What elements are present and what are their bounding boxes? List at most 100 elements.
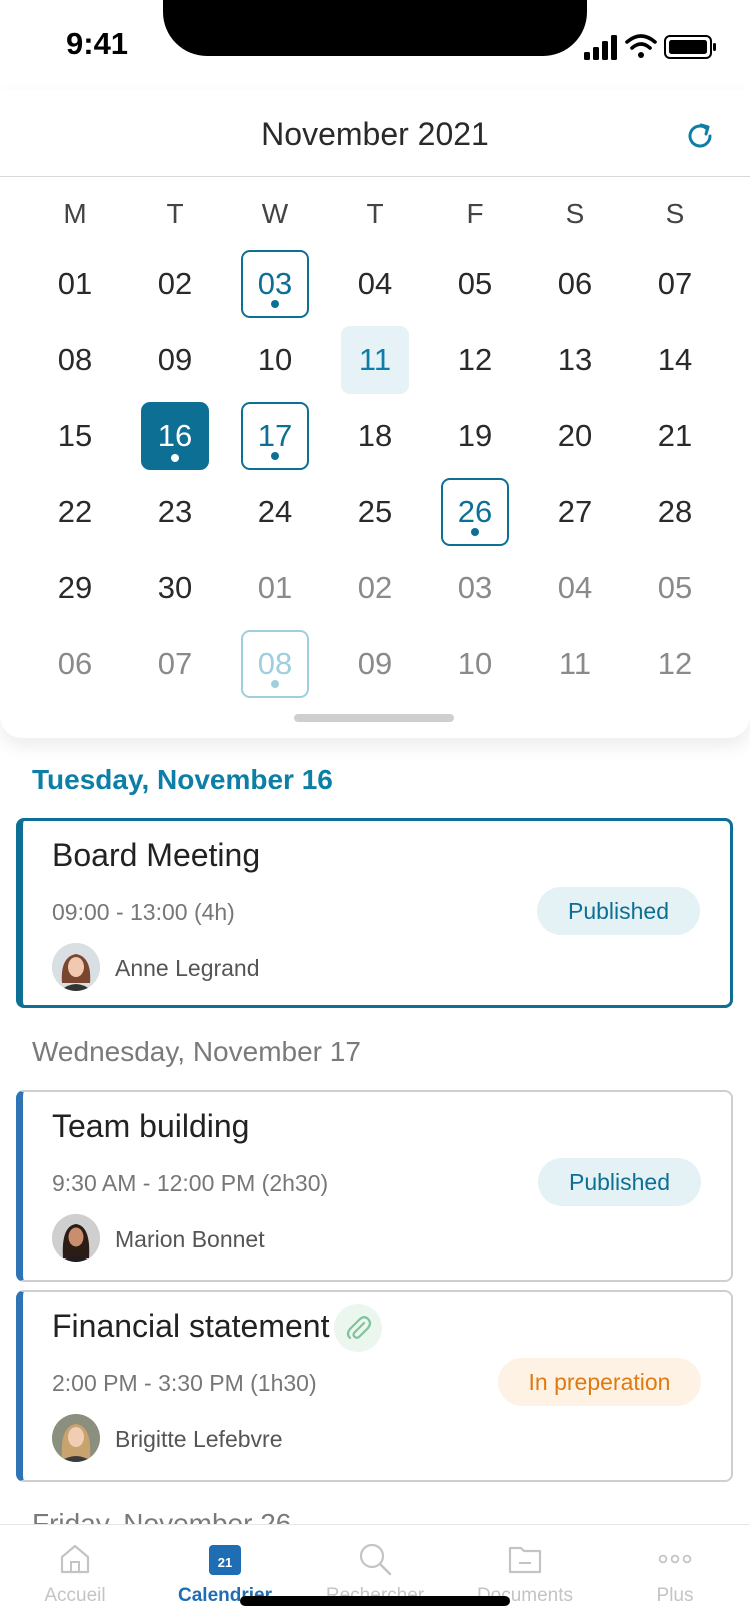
event-title: Financial statement [52, 1308, 330, 1344]
calendar-day[interactable]: 13 [541, 326, 609, 394]
calendar-day[interactable]: 27 [541, 478, 609, 546]
calendar-day[interactable]: 19 [441, 402, 509, 470]
calendar-day-number: 25 [357, 494, 393, 529]
calendar-day[interactable]: 08 [41, 326, 109, 394]
calendar-icon: 21 [209, 1545, 241, 1575]
calendar-day-number: 15 [57, 418, 93, 453]
calendar-day-number: 09 [157, 342, 193, 377]
calendar-day[interactable]: 09 [341, 630, 409, 698]
calendar-day-number: 04 [357, 266, 393, 301]
calendar-day-number: 01 [57, 266, 93, 301]
calendar-day[interactable]: 04 [341, 250, 409, 318]
event-person: Brigitte Lefebvre [115, 1426, 283, 1452]
calendar-day-number: 09 [357, 646, 393, 681]
event-card-board-meeting[interactable]: Board Meeting 09:00 - 13:00 (4h) Anne Le… [16, 818, 733, 1008]
calendar-day[interactable]: 12 [441, 326, 509, 394]
calendar-day[interactable]: 17 [241, 402, 309, 470]
calendar-day[interactable]: 14 [641, 326, 709, 394]
event-card-team-building[interactable]: Team building 9:30 AM - 12:00 PM (2h30) … [16, 1090, 733, 1282]
avatar [52, 1414, 100, 1462]
tab-documents[interactable]: Documents [450, 1525, 600, 1624]
calendar-day[interactable]: 25 [341, 478, 409, 546]
tab-plus[interactable]: Plus [600, 1525, 750, 1624]
calendar-day[interactable]: 26 [441, 478, 509, 546]
calendar-day-number: 02 [157, 266, 193, 301]
calendar-day[interactable]: 21 [641, 402, 709, 470]
calendar-day-number: 10 [257, 342, 293, 377]
event-card-financial-statement[interactable]: Financial statement 2:00 PM - 3:30 PM (1… [16, 1290, 733, 1482]
calendar-day-number: 12 [457, 342, 493, 377]
calendar-drag-handle[interactable] [294, 714, 454, 722]
calendar-day-number: 06 [57, 646, 93, 681]
weekday-label: M [63, 198, 87, 229]
calendar-day[interactable]: 28 [641, 478, 709, 546]
calendar-day-number: 24 [257, 494, 293, 529]
calendar-day-number: 28 [657, 494, 693, 529]
calendar-day[interactable]: 23 [141, 478, 209, 546]
calendar-day[interactable]: 30 [141, 554, 209, 622]
battery-icon [664, 35, 716, 59]
calendar-day[interactable]: 29 [41, 554, 109, 622]
event-dot [271, 452, 279, 460]
calendar-day[interactable]: 20 [541, 402, 609, 470]
tab-rechercher[interactable]: Rechercher [300, 1525, 450, 1624]
home-indicator [240, 1596, 510, 1606]
calendar-day-number: 21 [657, 418, 693, 453]
calendar-day[interactable]: 11 [341, 326, 409, 394]
calendar-day[interactable]: 03 [441, 554, 509, 622]
refresh-icon[interactable] [684, 120, 716, 152]
calendar-day[interactable]: 12 [641, 630, 709, 698]
calendar-day[interactable]: 11 [541, 630, 609, 698]
event-dot [271, 300, 279, 308]
calendar-day[interactable]: 10 [441, 630, 509, 698]
calendar-day[interactable]: 06 [541, 250, 609, 318]
calendar-day-number: 03 [257, 266, 293, 301]
calendar-day[interactable]: 05 [441, 250, 509, 318]
calendar-day[interactable]: 04 [541, 554, 609, 622]
calendar-day[interactable]: 16 [141, 402, 209, 470]
event-person: Marion Bonnet [115, 1226, 265, 1252]
calendar-day[interactable]: 03 [241, 250, 309, 318]
calendar-day[interactable]: 18 [341, 402, 409, 470]
calendar-day[interactable]: 02 [341, 554, 409, 622]
calendar-day-number: 30 [157, 570, 193, 605]
calendar-day[interactable]: 01 [241, 554, 309, 622]
calendar-day[interactable]: 22 [41, 478, 109, 546]
calendar-day-number: 10 [457, 646, 493, 681]
calendar-day-number: 29 [57, 570, 93, 605]
calendar-icon-day: 21 [218, 1555, 232, 1570]
calendar-day[interactable]: 07 [141, 630, 209, 698]
avatar [52, 943, 100, 991]
event-title: Board Meeting [52, 837, 261, 873]
weekday-label: F [466, 198, 484, 229]
calendar-day[interactable]: 06 [41, 630, 109, 698]
avatar-portrait [52, 1414, 100, 1462]
calendar-day[interactable]: 01 [41, 250, 109, 318]
avatar [52, 1214, 100, 1262]
calendar-day[interactable]: 02 [141, 250, 209, 318]
calendar-day[interactable]: 24 [241, 478, 309, 546]
weekday-label: T [366, 198, 384, 229]
calendar-day[interactable]: 10 [241, 326, 309, 394]
calendar-day-number: 20 [557, 418, 593, 453]
calendar-day[interactable]: 08 [241, 630, 309, 698]
calendar-day-number: 19 [457, 418, 493, 453]
event-dot [271, 680, 279, 688]
calendar-day[interactable]: 09 [141, 326, 209, 394]
paperclip-icon [346, 1316, 372, 1340]
tab-accueil[interactable]: Accueil [0, 1525, 150, 1624]
calendar-day[interactable]: 15 [41, 402, 109, 470]
avatar-portrait [52, 943, 100, 991]
folder-icon [508, 1546, 542, 1574]
event-person: Anne Legrand [115, 955, 260, 981]
tab-calendrier[interactable]: 21 Calendrier [150, 1525, 300, 1624]
event-dot [171, 454, 179, 462]
signal-icon [584, 35, 617, 60]
calendar-day-number: 27 [557, 494, 593, 529]
calendar-day-number: 07 [657, 266, 693, 301]
wifi-icon [625, 34, 657, 58]
calendar-day[interactable]: 07 [641, 250, 709, 318]
calendar-day[interactable]: 05 [641, 554, 709, 622]
calendar-day-number: 08 [57, 342, 93, 377]
calendar-day-number: 13 [557, 342, 593, 377]
